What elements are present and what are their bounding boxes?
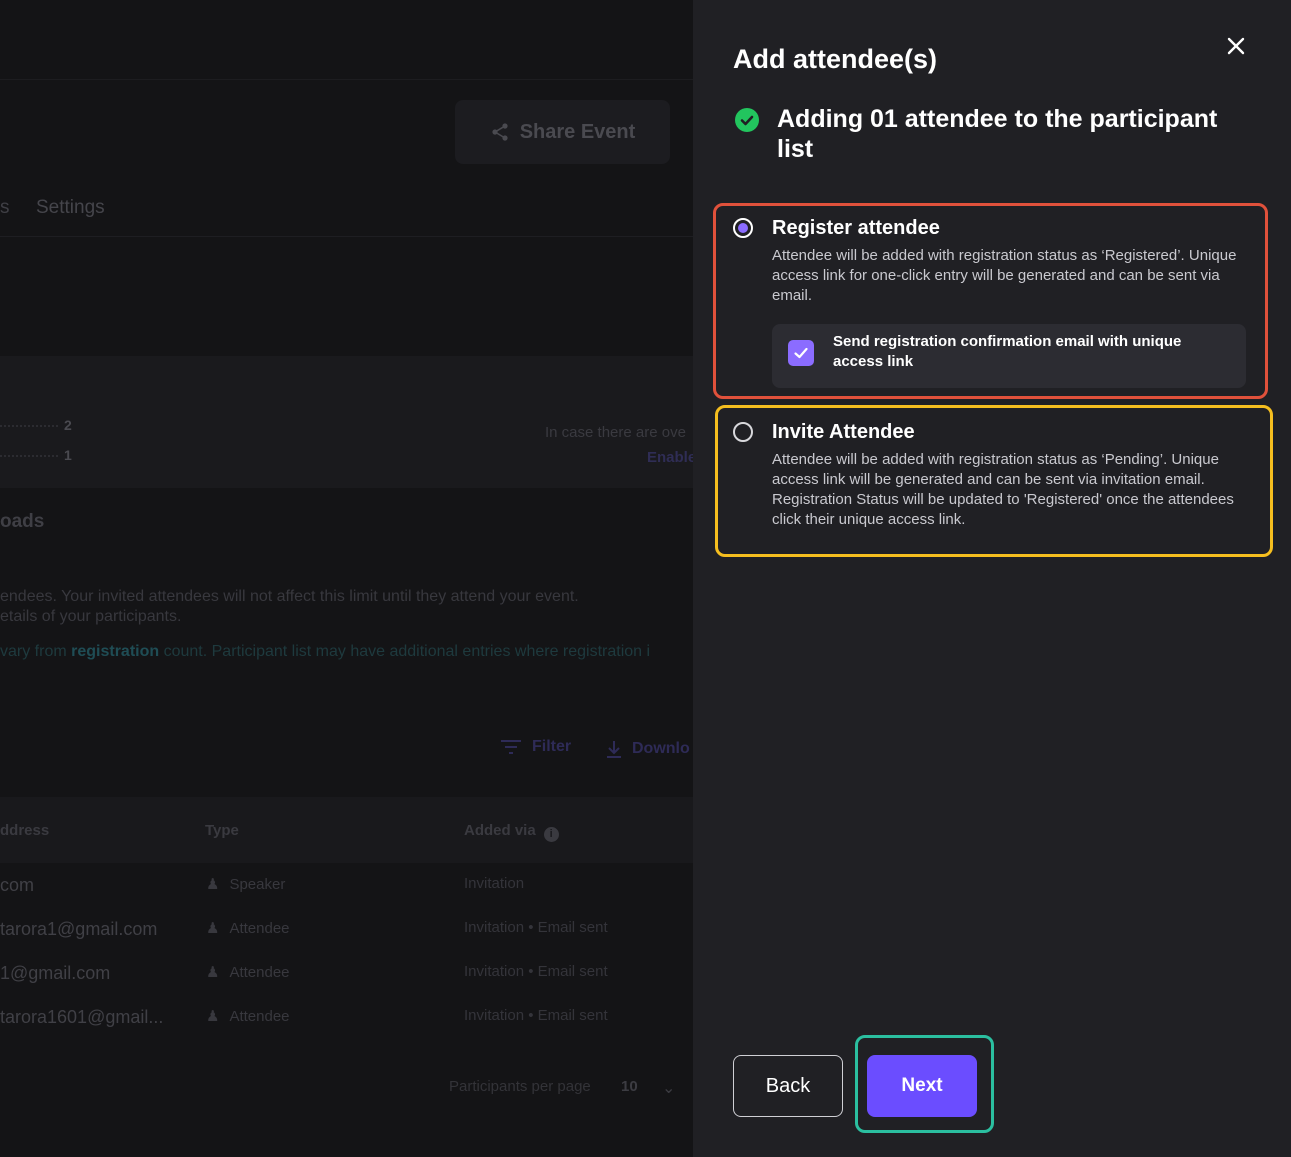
filter-button[interactable]: Filter [500,738,571,756]
column-header-email: ddress [0,822,50,839]
share-event-label: Share Event [519,120,636,143]
stat-value: 2 [64,417,72,433]
back-button[interactable]: Back [733,1055,843,1117]
table-header: ddress Type Added via i [0,797,693,863]
send-email-option[interactable]: Send registration confirmation email wit… [772,324,1246,388]
chevron-down-icon[interactable]: ⌄ [662,1078,675,1098]
registration-link[interactable]: registration [71,643,159,660]
email-cell: 1@gmail.com [0,963,111,983]
type-label: Speaker [229,875,286,893]
type-label: Attendee [229,919,290,937]
register-attendee-option[interactable]: Register attendee Attendee will be added… [713,203,1268,399]
table-row[interactable]: tarora1@gmail.com ♟ Attendee Invitation •… [0,907,693,951]
top-bar [0,0,693,80]
table-row[interactable]: 1@gmail.com ♟ Attendee Invitation • Email… [0,951,693,995]
type-cell: ♟ Attendee [206,919,290,938]
check-icon [794,347,808,359]
column-header-added-via-label: Added via [464,822,536,839]
invite-radio[interactable] [733,422,753,442]
email-cell: tarora1601@gmail... [0,1007,164,1027]
stat-value: 1 [64,447,72,463]
attendee-icon: ♟ [206,964,220,981]
download-label: Downlo [632,740,690,757]
send-email-label: Send registration confirmation email wit… [833,333,1182,370]
stat-divider [0,455,58,457]
filter-icon [501,740,521,754]
added-via-cell: Invitation [464,875,525,892]
option-description: Attendee will be added with registration… [772,247,1237,304]
enable-link[interactable]: Enable [647,449,693,466]
email-cell: com [0,875,35,895]
drawer-title: Add attendee(s) [733,44,938,74]
close-icon[interactable] [1222,32,1250,60]
register-radio[interactable] [733,218,753,238]
filter-label: Filter [532,738,572,755]
per-page-select[interactable]: 10 [621,1078,638,1095]
info-icon[interactable]: i [543,827,559,842]
limit-notice: In case there are ove [545,424,686,441]
stat-divider [0,425,58,427]
info-note-part: count. Participant list may have additio… [159,643,651,660]
info-note: vary from registration count. Participan… [0,643,650,661]
send-email-checkbox[interactable] [788,340,814,366]
column-header-added-via: Added via i [464,822,559,842]
added-via-cell: Invitation • Email sent [464,1007,608,1024]
table-row[interactable]: tarora1601@gmail... ♟ Attendee Invitation… [0,995,693,1039]
section-title: oads [0,511,45,532]
background-page: Share Event s Settings 2 1 In case there… [0,0,693,1157]
attendee-icon: ♟ [206,920,220,937]
info-text: etails of your participants. [0,608,182,625]
type-label: Attendee [229,963,290,981]
added-via-cell: Invitation • Email sent [464,963,608,980]
check-circle-icon [735,108,759,132]
type-label: Attendee [229,1007,290,1025]
column-header-type: Type [205,822,239,839]
share-event-button[interactable]: Share Event [455,100,670,164]
invite-attendee-option[interactable]: Invite Attendee Attendee will be added w… [715,405,1273,557]
attendee-icon: ♟ [206,1008,220,1025]
option-title: Invite Attendee [772,421,915,443]
tab-partial[interactable]: s [0,197,10,219]
add-attendee-drawer: Add attendee(s) Adding 01 attendee to th… [693,0,1291,1157]
option-title: Register attendee [772,217,940,239]
status-text: Adding 01 attendee to the participant li… [777,105,1218,163]
info-text: endees. Your invited attendees will not … [0,588,579,605]
email-cell: tarora1@gmail.com [0,919,158,939]
tab-settings[interactable]: Settings [36,197,105,219]
per-page-label: Participants per page [449,1078,591,1095]
download-button[interactable]: Downlo [606,740,690,758]
next-button[interactable]: Next [867,1055,977,1117]
speaker-icon: ♟ [206,876,220,893]
table-row[interactable]: com ♟ Speaker Invitation [0,863,693,907]
download-icon [607,741,621,758]
type-cell: ♟ Speaker [206,875,286,894]
stats-panel: 2 1 [0,356,693,488]
info-note-part: vary from [0,643,72,660]
type-cell: ♟ Attendee [206,1007,290,1026]
event-tabs: s Settings [0,195,693,237]
option-description: Attendee will be added with registration… [772,451,1234,528]
added-via-cell: Invitation • Email sent [464,919,608,936]
type-cell: ♟ Attendee [206,963,290,982]
share-icon [492,123,508,141]
